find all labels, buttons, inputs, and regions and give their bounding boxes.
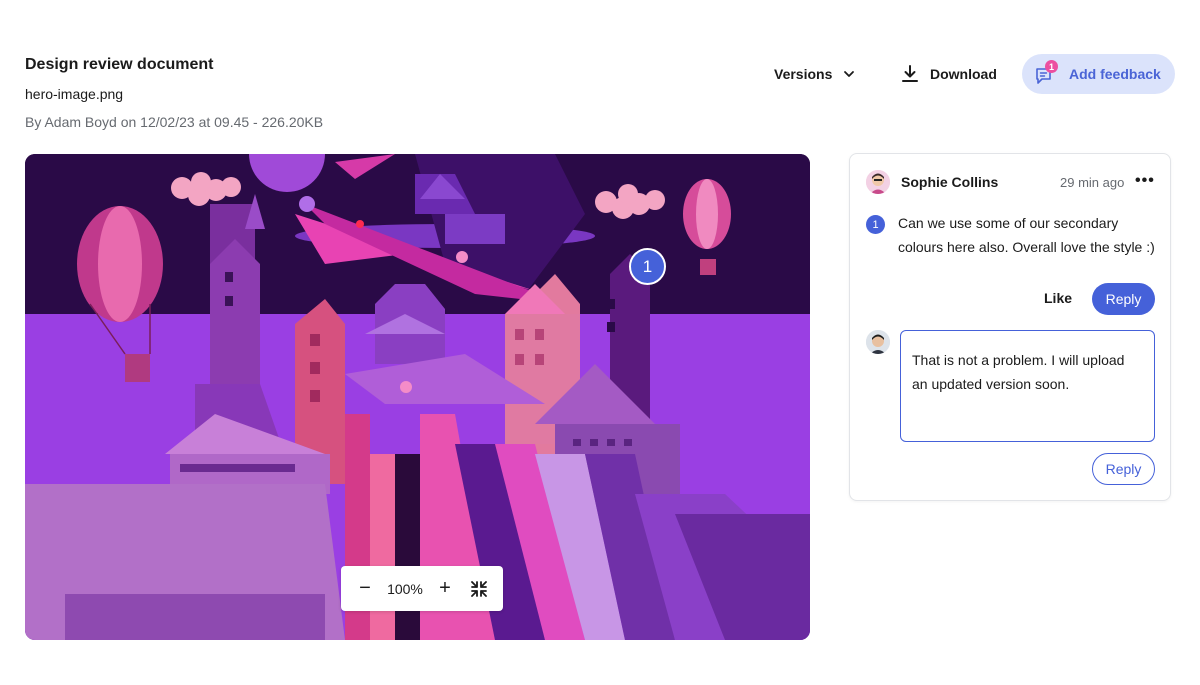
- like-button[interactable]: Like: [1044, 290, 1072, 306]
- add-feedback-button[interactable]: 1 Add feedback: [1022, 54, 1175, 94]
- download-label: Download: [930, 66, 997, 82]
- more-options-button[interactable]: •••: [1135, 172, 1155, 190]
- reply-input[interactable]: That is not a problem. I will upload an …: [900, 330, 1155, 442]
- comment-author: Sophie Collins: [901, 174, 999, 190]
- comment-number-badge: 1: [866, 215, 885, 234]
- feedback-count-badge: 1: [1045, 60, 1058, 73]
- avatar: [866, 330, 890, 354]
- zoom-in-button[interactable]: +: [433, 577, 457, 601]
- avatar: [866, 170, 890, 194]
- add-feedback-label: Add feedback: [1069, 66, 1161, 82]
- versions-label: Versions: [774, 66, 833, 82]
- zoom-toolbar: − 100% +: [341, 566, 503, 611]
- zoom-level: 100%: [387, 580, 423, 597]
- download-button[interactable]: Download: [900, 62, 997, 86]
- comment-text: Can we use some of our secondary colours…: [898, 215, 1155, 255]
- feedback-icon: 1: [1035, 60, 1058, 85]
- chevron-down-icon: [844, 71, 855, 77]
- zoom-out-button[interactable]: −: [353, 577, 377, 601]
- file-meta: By Adam Boyd on 12/02/23 at 09.45 - 226.…: [25, 114, 324, 130]
- reply-submit-button[interactable]: Reply: [1092, 453, 1155, 485]
- reply-button[interactable]: Reply: [1092, 283, 1155, 315]
- comment-panel: Sophie Collins 29 min ago ••• 1 Can we u…: [849, 153, 1171, 501]
- collapse-icon: [471, 580, 487, 597]
- fit-screen-button[interactable]: [467, 577, 491, 601]
- document-title: Design review document: [25, 56, 214, 73]
- file-name: hero-image.png: [25, 86, 124, 102]
- versions-dropdown[interactable]: Versions: [774, 64, 856, 84]
- comment-time: 29 min ago: [1060, 175, 1125, 190]
- download-icon: [902, 65, 918, 82]
- feedback-marker[interactable]: 1: [629, 248, 666, 285]
